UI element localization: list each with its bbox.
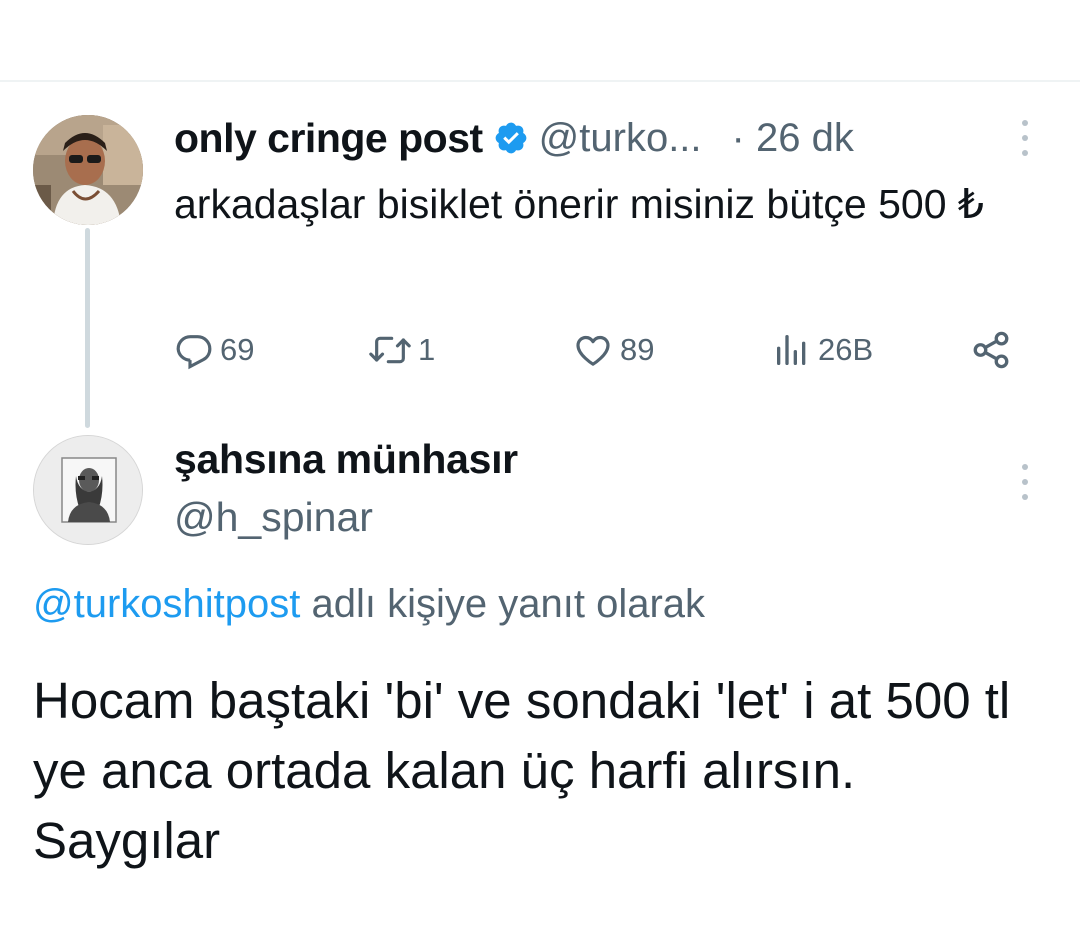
more-dot-icon <box>1022 135 1028 141</box>
avatar-sketch-icon <box>34 436 142 544</box>
views-count: 26B <box>818 332 874 367</box>
more-dot-icon <box>1022 464 1028 470</box>
thread-connector-line <box>85 228 90 428</box>
more-dot-icon <box>1022 479 1028 485</box>
tweet1-display-name[interactable]: only cringe post <box>174 115 483 162</box>
tweet2-more-options-button[interactable] <box>1015 460 1035 504</box>
retweet-count: 1 <box>418 332 436 367</box>
tweet1-text: arkadaşlar bisiklet önerir misiniz bütçe… <box>174 181 984 227</box>
top-divider <box>0 80 1080 82</box>
verified-badge-icon <box>495 122 527 154</box>
like-count: 89 <box>620 332 655 367</box>
avatar-sahsina-munhasir[interactable] <box>33 435 143 545</box>
avatar-photo-icon <box>33 115 143 225</box>
reply-icon <box>176 335 212 370</box>
reply-count: 69 <box>220 332 255 367</box>
tweet1-more-options-button[interactable] <box>1015 116 1035 160</box>
retweet-icon <box>369 336 411 364</box>
reply-to-suffix: adlı kişiye yanıt olarak <box>300 582 706 626</box>
retweet-button[interactable]: 1 <box>368 325 435 375</box>
views-button[interactable]: 26B <box>772 325 873 375</box>
reply-button[interactable]: 69 <box>174 325 254 375</box>
more-dot-icon <box>1022 120 1028 126</box>
replying-to-line: @turkoshitpost adlı kişiye yanıt olarak <box>33 582 705 627</box>
tweet1-timestamp[interactable]: · 26 dk <box>732 116 854 161</box>
share-icon <box>973 331 1009 369</box>
more-dot-icon <box>1022 494 1028 500</box>
tweet2-text: Hocam baştaki 'bi' ve sondaki 'let' i at… <box>33 672 1011 869</box>
tweet2-display-name[interactable]: şahsına münhasır <box>174 436 518 483</box>
more-dot-icon <box>1022 150 1028 156</box>
like-button[interactable]: 89 <box>572 325 654 375</box>
share-button[interactable] <box>970 325 1012 375</box>
views-chart-icon <box>777 335 806 365</box>
tweet2-handle[interactable]: @h_spinar <box>174 494 373 541</box>
heart-icon <box>576 335 610 366</box>
reply-to-mention-link[interactable]: @turkoshitpost <box>33 582 300 626</box>
tweet1-actions-bar: 69 1 89 26B <box>174 325 1024 375</box>
avatar-only-cringe-post[interactable] <box>33 115 143 225</box>
tweet1-header: only cringe post @turko... · 26 dk <box>174 112 1044 164</box>
tweet1-handle[interactable]: @turko... <box>539 116 702 161</box>
